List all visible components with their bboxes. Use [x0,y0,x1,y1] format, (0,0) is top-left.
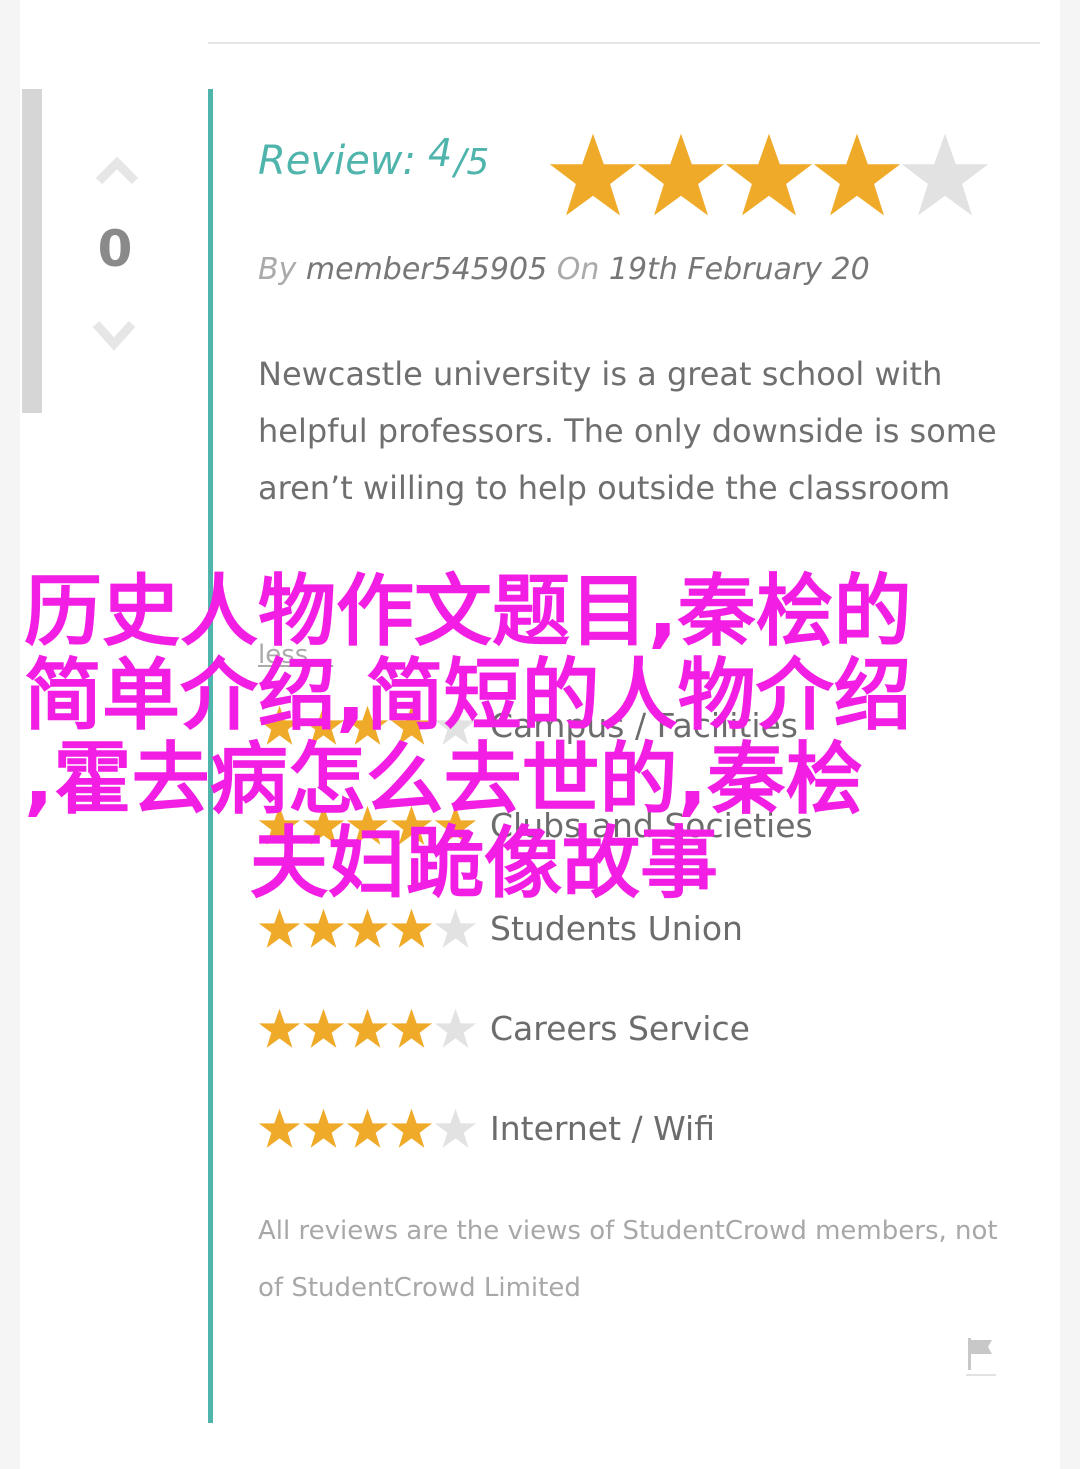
review-label: Review: [258,138,416,184]
star-filled-icon [549,133,637,216]
star-filled-icon [302,908,345,948]
star-empty-icon [434,1108,477,1148]
star-filled-icon [302,1108,345,1148]
star-filled-icon [725,133,813,216]
by-label: By [258,252,297,287]
overlay-line-3: ,霍去病怎么去世的,秦桧 [24,735,864,825]
star-filled-icon [637,133,725,216]
category-name: Internet / Wifi [490,1108,715,1148]
star-empty-icon [434,1008,477,1048]
overlay-line-2: 简单介绍,简短的人物介绍 [24,651,912,741]
star-filled-icon [346,908,389,948]
star-filled-icon [258,908,301,948]
category-row: Careers Service [258,1003,750,1053]
review-score-value: 4 [428,131,453,175]
overlay-line-1: 历史人物作文题目,秦桧的 [24,567,912,657]
star-filled-icon [302,1008,345,1048]
overlay-line-4: 夫妇跪像故事 [249,819,718,909]
star-filled-icon [258,1008,301,1048]
vote-count: 0 [97,220,133,278]
category-row: Internet / Wifi [258,1103,715,1153]
category-stars [258,907,480,950]
category-row: Students Union [258,903,743,953]
review-score: Review: 4/5 [258,131,490,184]
vote-panel-bar [22,89,42,413]
star-filled-icon [346,1108,389,1148]
star-filled-icon [390,1008,433,1048]
category-name: Careers Service [490,1008,750,1048]
review-author[interactable]: member545905 [306,252,547,287]
review-byline: By member545905 On 19th February 20 [258,252,870,287]
review-score-max: /5 [454,142,490,183]
overall-rating-stars [548,130,989,224]
star-filled-icon [346,1008,389,1048]
star-empty-icon [901,133,989,216]
on-label: On [556,252,600,287]
downvote-icon[interactable] [92,318,136,352]
review-date: 19th February 20 [608,252,870,287]
star-filled-icon [258,1108,301,1148]
category-stars [258,1107,480,1150]
star-filled-icon [813,133,901,216]
star-filled-icon [390,908,433,948]
disclaimer: All reviews are the views of StudentCrow… [258,1216,998,1303]
divider [208,42,1040,44]
upvote-icon[interactable] [95,155,139,185]
flag-icon[interactable] [966,1336,996,1378]
overlay-title: 历史人物作文题目,秦桧的 简单介绍,简短的人物介绍 ,霍去病怎么去世的,秦桧 夫… [24,570,1024,906]
category-stars [258,1007,480,1050]
star-empty-icon [434,908,477,948]
category-name: Students Union [490,908,743,948]
star-filled-icon [390,1108,433,1148]
review-body: Newcastle university is a great school w… [258,355,997,507]
